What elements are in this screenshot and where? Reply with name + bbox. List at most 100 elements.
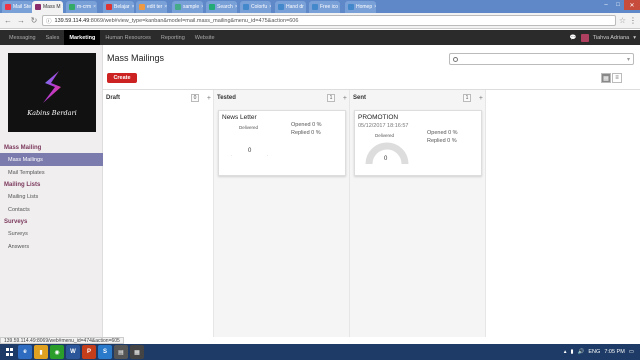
add-card-icon[interactable]: + [479, 95, 483, 102]
logo-mark-icon [43, 70, 61, 103]
close-tab-icon[interactable]: × [93, 4, 96, 10]
url-rest: :8069/web#view_type=kanban&model=mail.ma… [89, 17, 299, 24]
kanban-view-icon[interactable]: ▦ [601, 73, 611, 83]
create-button[interactable]: Create [107, 73, 137, 83]
top-menu-item-human-resources[interactable]: Human Resources [100, 30, 156, 45]
search-icon [453, 56, 458, 62]
add-card-icon[interactable]: + [207, 95, 211, 102]
browser-tab[interactable]: edit ter × [136, 1, 167, 13]
tab-label: edit ter [147, 4, 163, 10]
browser-tab[interactable]: sample × [172, 1, 203, 13]
sidebar-item-mass-mailings[interactable]: Mass Mailings [0, 153, 103, 166]
list-view-icon[interactable]: ≡ [612, 73, 622, 83]
close-tab-icon[interactable]: × [132, 4, 134, 10]
browser-tab[interactable]: Search × [206, 1, 237, 13]
browser-tab[interactable]: Free ico× [309, 1, 340, 13]
taskbar-app-icon[interactable]: P [82, 345, 96, 359]
tab-label: Hand dr [286, 4, 304, 10]
taskbar-app-icon[interactable]: ▤ [114, 345, 128, 359]
taskbar-app-icon[interactable]: ▮ [34, 345, 48, 359]
bookmark-star-icon[interactable]: ☆ [619, 16, 626, 25]
close-tab-icon[interactable]: × [164, 4, 167, 10]
sidebar-section-title[interactable]: Mass Mailing [0, 142, 103, 153]
start-button[interactable] [2, 345, 16, 359]
mailing-card-news-letter[interactable]: News Letter Delivered 0 · · Opened 0 % R… [218, 110, 346, 176]
forward-icon[interactable]: → [16, 16, 26, 26]
tray-up-icon[interactable]: ▴ [564, 349, 567, 355]
browser-menu-icon[interactable]: ⋮ [629, 16, 637, 25]
mailing-card-promotion[interactable]: PROMOTION 05/12/2017 18:16:57 Delivered … [354, 110, 482, 176]
top-menu-item-marketing[interactable]: Marketing [64, 30, 101, 45]
url-input[interactable]: ⓘ 139.59.114.49:8069/web#view_type=kanba… [42, 15, 616, 26]
add-card-icon[interactable]: + [343, 95, 347, 102]
tab-favicon-icon [106, 4, 112, 10]
minimize-icon[interactable]: – [600, 0, 612, 10]
browser-tab[interactable]: Mail Ste× [2, 1, 33, 13]
sidebar-section-title[interactable]: Mailing Lists [0, 179, 103, 190]
browser-tab[interactable]: Belajar × [103, 1, 134, 13]
browser-tab[interactable]: Homep × [345, 1, 376, 13]
column-title: Sent [353, 95, 367, 101]
window-controls: – □ ✕ [600, 0, 640, 10]
chat-icon[interactable]: 💬 [570, 35, 577, 41]
column-count: 1 [463, 94, 471, 102]
maximize-icon[interactable]: □ [612, 0, 624, 10]
taskbar-app-icon[interactable]: ◉ [50, 345, 64, 359]
sidebar-item-surveys[interactable]: Surveys [0, 227, 103, 240]
tab-label: Homep [356, 4, 373, 10]
close-tab-icon[interactable]: × [201, 4, 203, 10]
language-indicator[interactable]: ENG [588, 349, 600, 355]
taskbar: e ▮ ◉ W P S ▤ ▦ ▴ ▮ 🔊 ENG 7:05 PM ▭ [0, 344, 640, 360]
close-tab-icon[interactable]: × [235, 4, 237, 10]
chevron-down-icon: ▾ [633, 34, 636, 41]
replied-stat: Replied 0 % [427, 138, 457, 144]
tab-favicon-icon [348, 4, 354, 10]
close-window-icon[interactable]: ✕ [624, 0, 640, 10]
card-date: 05/12/2017 18:16:57 [358, 123, 409, 129]
browser-tab[interactable]: Hand dr× [275, 1, 306, 13]
tab-label: Search [217, 4, 233, 10]
close-tab-icon[interactable]: × [374, 4, 376, 10]
back-icon[interactable]: ← [3, 16, 13, 26]
taskbar-app-icon[interactable]: S [98, 345, 112, 359]
sidebar-item-answers[interactable]: Answers [0, 240, 103, 253]
taskbar-app-icon[interactable]: e [18, 345, 32, 359]
tab-label: m-crm [77, 4, 92, 10]
top-menu-item-website[interactable]: Website [190, 30, 220, 45]
top-menu-item-sales[interactable]: Sales [41, 30, 65, 45]
gauge-label: Delivered [239, 125, 259, 130]
clock[interactable]: 7:05 PM [604, 349, 624, 355]
user-name[interactable]: Tiahva Adriana [593, 35, 630, 41]
column-title: Draft [106, 95, 121, 101]
reload-icon[interactable]: ↻ [29, 16, 39, 26]
taskbar-app-icon[interactable]: ▦ [130, 345, 144, 359]
notifications-icon[interactable]: ▭ [629, 349, 634, 355]
sidebar-item-mail-templates[interactable]: Mail Templates [0, 166, 103, 179]
card-title: PROMOTION [358, 114, 399, 121]
top-menu: Messaging Sales Marketing Human Resources Re… [4, 30, 220, 45]
network-icon[interactable]: ▮ [571, 349, 574, 355]
kanban-board: Draft 0 + Tested 1 + News Letter Deliver… [103, 90, 640, 337]
tab-label: Belajar [114, 4, 130, 10]
column-sent: Sent 1 + PROMOTION 05/12/2017 18:16:57 D… [350, 90, 486, 337]
search-input[interactable]: ▾ [449, 53, 634, 65]
close-tab-icon[interactable]: × [63, 4, 64, 10]
sidebar-section-title[interactable]: Surveys [0, 216, 103, 227]
close-tab-icon[interactable]: × [269, 4, 271, 10]
top-menu-item-reporting[interactable]: Reporting [156, 30, 190, 45]
search-options-icon[interactable]: ▾ [627, 56, 630, 63]
volume-icon[interactable]: 🔊 [578, 349, 585, 355]
gauge-value: 0 [384, 156, 388, 162]
browser-tab[interactable]: Colorfu × [240, 1, 271, 13]
system-tray: ▴ ▮ 🔊 ENG 7:05 PM ▭ [564, 349, 638, 355]
opened-stat: Opened 0 % [291, 122, 322, 128]
column-draft: Draft 0 + [103, 90, 214, 337]
sidebar-item-contacts[interactable]: Contacts [0, 203, 103, 216]
page-info-icon[interactable]: ⓘ [46, 17, 52, 25]
avatar[interactable] [580, 33, 589, 42]
top-menu-item-messaging[interactable]: Messaging [4, 30, 41, 45]
sidebar-item-mailing-lists[interactable]: Mailing Lists [0, 190, 103, 203]
taskbar-app-icon[interactable]: W [66, 345, 80, 359]
browser-tab[interactable]: Mass M× [32, 1, 63, 13]
browser-tab[interactable]: m-crm × [66, 1, 97, 13]
